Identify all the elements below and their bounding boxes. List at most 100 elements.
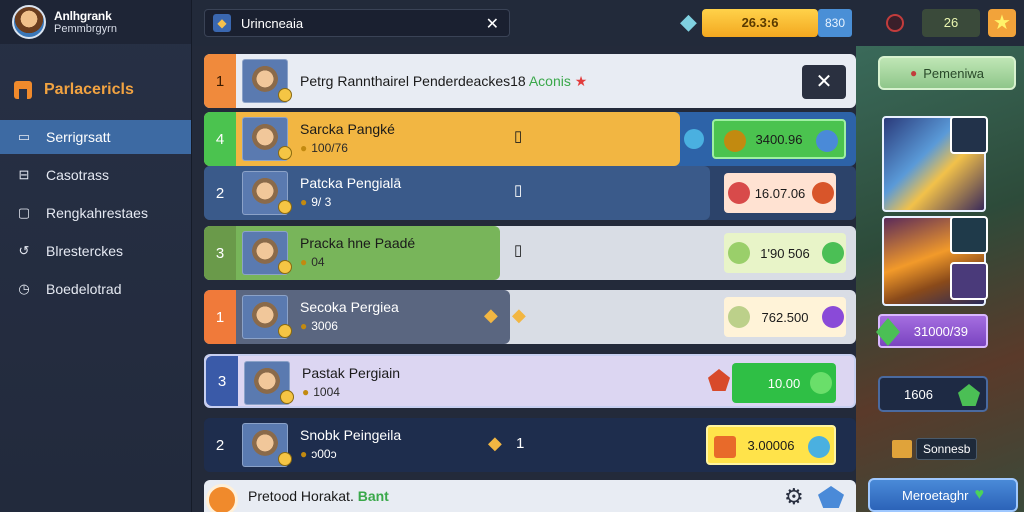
- table-row[interactable]: 4 Sarcka Pangké ● 100/76 ▯ 3400.96: [204, 112, 856, 166]
- item-slot[interactable]: [950, 216, 988, 254]
- ruby-icon: [708, 369, 730, 391]
- coin-icon: [278, 324, 292, 338]
- header-title-text: Petrg Rannthairel Penderdeackes18: [300, 73, 526, 89]
- sidebar-item-5[interactable]: ◷ Boedelotrad: [0, 272, 191, 306]
- coin-icon: ●: [300, 255, 308, 269]
- energy-counter[interactable]: 26: [922, 9, 980, 37]
- notification-icon[interactable]: [886, 14, 904, 32]
- gold-counter[interactable]: 26.3:6: [702, 9, 818, 37]
- prize-button[interactable]: 762.500: [724, 297, 846, 337]
- coin-icon: [278, 260, 292, 274]
- prize-button[interactable]: 1'90 506: [724, 233, 846, 273]
- top-bar: ◆ Urincneaia ✕ ◆ 26.3:6 830 26 ★: [192, 0, 1024, 46]
- gem-tab-icon: ◆: [213, 14, 231, 32]
- prize-value: 3400.96: [755, 131, 803, 147]
- tab-label: Urincneaia: [241, 15, 304, 31]
- footer-highlight: Bant: [357, 488, 389, 504]
- heart-icon: ♥: [974, 486, 984, 503]
- coin-icon: [278, 200, 292, 214]
- app-subtitle: Pemmbrgyrn: [54, 23, 117, 35]
- prize-button[interactable]: 3400.96: [712, 119, 846, 159]
- coin-icon: [724, 130, 746, 152]
- rank-badge: 2: [204, 418, 236, 472]
- leaf-icon: [822, 242, 844, 264]
- prize-value: 16.07.06: [754, 185, 806, 201]
- ruby-icon: [728, 182, 750, 204]
- close-icon[interactable]: ✕: [486, 14, 499, 34]
- coin-icon: ●: [300, 447, 308, 461]
- clock-icon: [728, 306, 750, 328]
- top-right-button[interactable]: ● Pemeniwa: [878, 56, 1016, 90]
- timer-box[interactable]: 1606: [878, 376, 988, 412]
- sidebar-item-label: Blresterckes: [46, 243, 124, 259]
- item-slot[interactable]: [950, 262, 988, 300]
- prize-button[interactable]: 3.00006: [706, 425, 836, 465]
- sidebar-item-4[interactable]: ↺ Blresterckes: [0, 234, 191, 268]
- star-icon[interactable]: ★: [988, 9, 1016, 37]
- item-slot[interactable]: [950, 116, 988, 154]
- table-row[interactable]: 2 Snobk Peingeila ● ɔ00ɔ ◆ 1 3.00006: [204, 418, 856, 472]
- close-button[interactable]: ✕: [802, 65, 846, 99]
- shield-icon: ◆: [512, 305, 526, 325]
- footer-label: Pretood Horakat.: [248, 488, 354, 504]
- chest-icon: [892, 440, 912, 458]
- tab-main[interactable]: ◆ Urincneaia ✕: [204, 9, 510, 37]
- table-row[interactable]: 1 Secoka Pergiea ● 3006 ◆ ◆ 762.500: [204, 290, 856, 344]
- header-title: Petrg Rannthairel Penderdeackes18 Aconis…: [300, 73, 587, 90]
- alert-icon: ●: [910, 66, 918, 80]
- prize-button[interactable]: 10.00: [732, 363, 836, 403]
- table-row[interactable]: 3 Pracka hne Paadé ● 04 ▯ 1'90 506: [204, 226, 856, 280]
- purple-reward-button[interactable]: 31000/39: [876, 314, 988, 348]
- table-row[interactable]: 2 Patcka Pengialā ● 9/ 3 ▯ 16.07.06: [204, 166, 856, 220]
- bottom-right-button[interactable]: Meroetaghr ♥: [868, 478, 1018, 512]
- player-score-value: ɔ00ɔ: [311, 447, 337, 461]
- window-icon: ▢: [17, 205, 31, 220]
- sidebar-item-label: Casotrass: [46, 167, 110, 183]
- sidebar-item-3[interactable]: ▢ Rengkahrestaes: [0, 196, 191, 230]
- timer-value: 1606: [904, 386, 933, 402]
- prize-button[interactable]: 16.07.06: [724, 173, 836, 213]
- sword-icon: [714, 436, 736, 458]
- diamond-icon[interactable]: [818, 486, 844, 508]
- info-icon[interactable]: [684, 129, 704, 149]
- emblem-icon[interactable]: [206, 484, 238, 512]
- table-row[interactable]: 3 Pastak Pergiain ● 1004 10.00: [204, 354, 856, 408]
- shield-icon: ◆: [488, 433, 502, 453]
- chest-button[interactable]: Sonnesb: [892, 437, 980, 461]
- sidebar-item-label: Serrigrsatt: [46, 129, 111, 145]
- rank-badge: 1: [204, 290, 236, 344]
- gem-icon: [808, 436, 830, 458]
- coin-icon: [280, 390, 294, 404]
- player-score-value: 100/76: [311, 141, 348, 155]
- sidebar: Anlhgrank Pemmbrgyrn Parlacericls ▭ Serr…: [0, 0, 192, 512]
- gear-icon[interactable]: ⚙: [784, 484, 804, 510]
- player-name: Pastak Pergiain: [302, 365, 401, 381]
- rank-badge: 2: [215, 184, 225, 202]
- slot-icon: ▯: [514, 128, 523, 145]
- purple-reward-value: 31000/39: [913, 323, 968, 339]
- coin-icon: ●: [302, 385, 310, 399]
- slot-icon: ▯: [514, 242, 523, 259]
- card-icon: ▭: [17, 129, 31, 144]
- player-name: Snobk Peingeila: [300, 427, 402, 443]
- sidebar-item-2[interactable]: ⊟ Casotrass: [0, 158, 191, 192]
- home-icon: [14, 81, 32, 99]
- leaf-icon: [810, 372, 832, 394]
- level-badge[interactable]: 830: [818, 9, 852, 37]
- rank-badge: 1: [204, 54, 236, 108]
- footer-text: Pretood Horakat. Bant: [248, 488, 389, 504]
- prize-value: 762.500: [761, 309, 809, 325]
- top-right-button-label: Pemeniwa: [923, 65, 984, 81]
- brand[interactable]: Anlhgrank Pemmbrgyrn: [0, 0, 191, 44]
- sidebar-item-1[interactable]: ▭ Serrigrsatt: [0, 120, 191, 154]
- avatar[interactable]: [12, 5, 46, 39]
- clock-icon: [728, 242, 750, 264]
- coin-icon: [278, 146, 292, 160]
- header-row: 1 Petrg Rannthairel Penderdeackes18 Acon…: [204, 54, 856, 108]
- count-label: 1: [516, 435, 525, 452]
- player-name: Secoka Pergiea: [300, 299, 399, 315]
- header-highlight: Aconis: [528, 73, 571, 89]
- coin-icon: ●: [300, 195, 308, 209]
- prize-value: 1'90 506: [760, 245, 810, 261]
- coin-icon: [278, 88, 292, 102]
